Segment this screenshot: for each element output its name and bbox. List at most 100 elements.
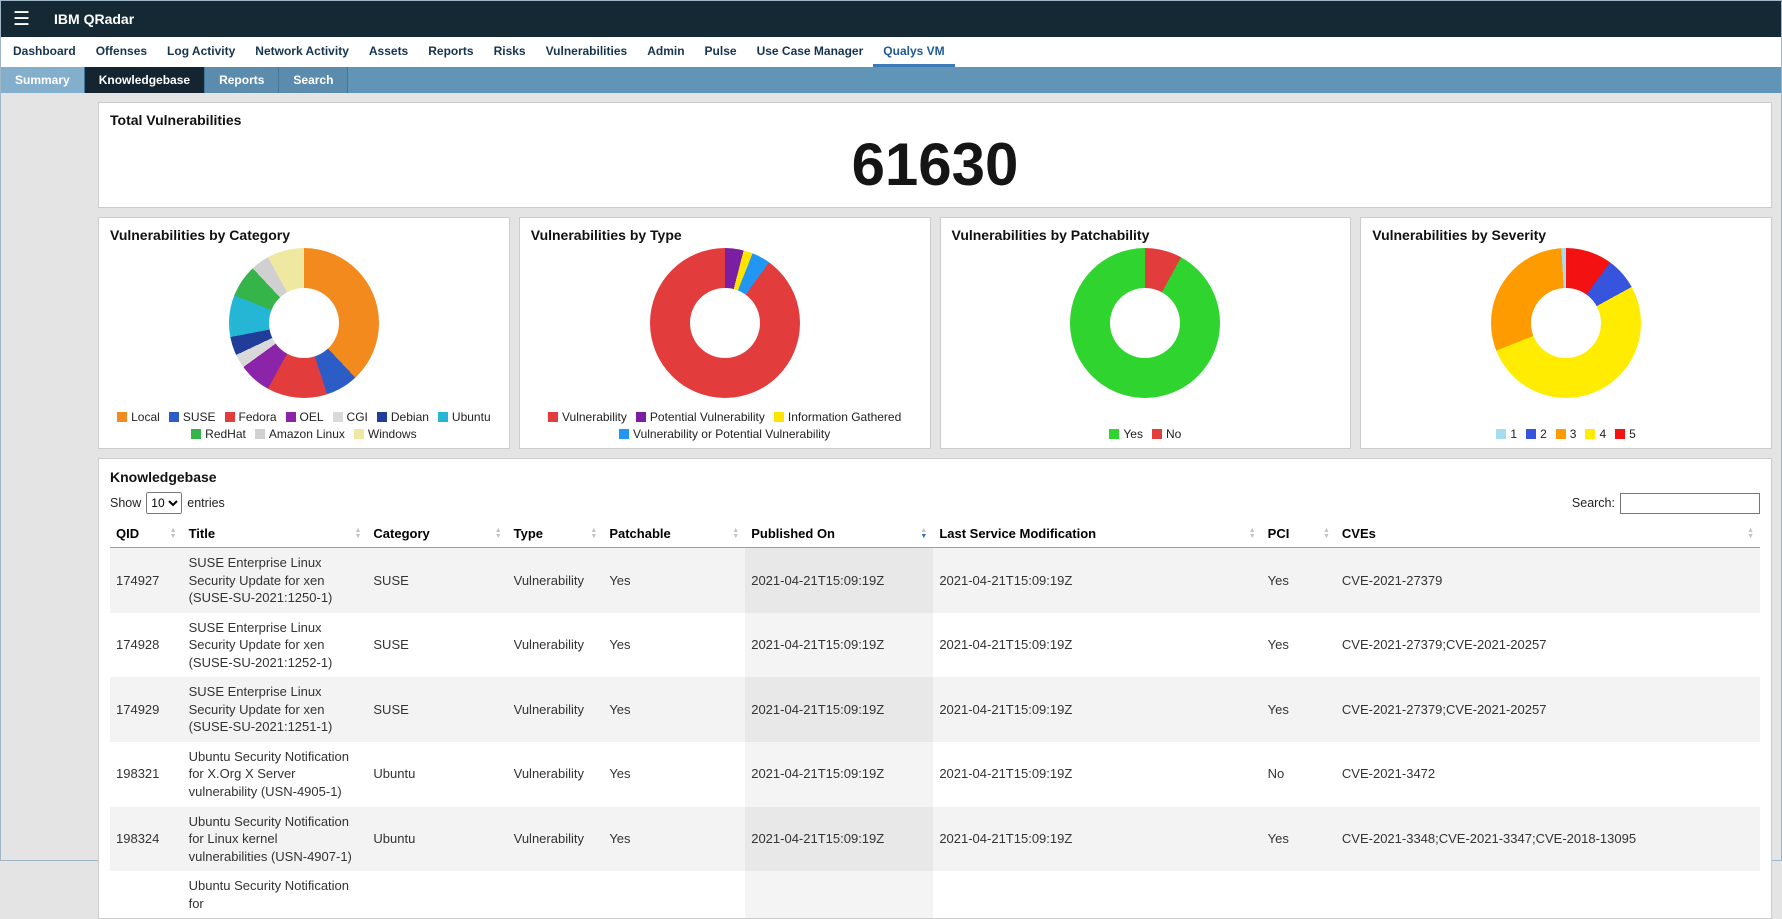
legend-swatch-icon [285, 412, 296, 422]
subtab-summary[interactable]: Summary [1, 67, 85, 93]
show-label: Show [110, 496, 142, 510]
legend-label: SUSE [182, 410, 216, 424]
legend-swatch-icon [224, 412, 235, 422]
donut-hole [1110, 288, 1181, 358]
legend-item: 5 [1615, 427, 1636, 441]
cell-modified: 2021-04-21T15:09:19Z [939, 572, 1073, 588]
legend-swatch-icon [117, 412, 128, 422]
cell-title: Ubuntu Security Notification for X.Org X… [188, 748, 350, 800]
hamburger-menu-icon[interactable]: ☰ [13, 10, 30, 29]
cell-title: SUSE Enterprise Linux Security Update fo… [188, 684, 333, 735]
cell-title: SUSE Enterprise Linux Security Update fo… [188, 619, 333, 670]
sort-carets-icon: ▲ ▼ [1747, 526, 1754, 540]
column-header-patchable[interactable]: Patchable ▲ ▼ [603, 520, 746, 548]
column-header-label: CVEs [1341, 526, 1376, 541]
cell-cves [1336, 871, 1760, 918]
legend-swatch-icon [168, 412, 179, 422]
knowledgebase-table: QID ▲ ▼ Title ▲ ▼ Category ▲ ▼ Type ▲ ▼ Patchable ▲ ▼ P… [110, 520, 1760, 919]
donut-chart [1491, 248, 1642, 398]
cell-category: SUSE [373, 572, 409, 588]
nav-tab-log-activity[interactable]: Log Activity [157, 37, 245, 67]
cell-modified: 2021-04-21T15:09:19Z [939, 766, 1073, 782]
donut-hole [1531, 288, 1602, 358]
chart-legend: 1 2 3 4 5 [1361, 427, 1771, 441]
column-header-category[interactable]: Category ▲ ▼ [367, 520, 508, 548]
legend-swatch-icon [1615, 429, 1626, 439]
nav-tab-use-case-manager[interactable]: Use Case Manager [747, 37, 874, 67]
legend-swatch-icon [773, 412, 784, 422]
sort-carets-icon: ▲ ▼ [1322, 526, 1330, 540]
legend-label: Vulnerability [561, 410, 627, 424]
entries-label: entries [187, 496, 225, 510]
legend-swatch-icon [191, 429, 202, 439]
column-header-modified[interactable]: Last Service Modification ▲ ▼ [933, 520, 1262, 548]
chart-legend: Yes No [941, 427, 1351, 441]
sort-carets-icon: ▲ ▼ [169, 526, 177, 540]
donut-chart [1070, 248, 1221, 398]
sub-nav: Summary Knowledgebase Reports Search [1, 67, 1781, 93]
total-vulnerabilities-panel: Total Vulnerabilities 61630 [98, 102, 1772, 208]
legend-label: Information Gathered [787, 410, 902, 424]
nav-tab-vulnerabilities[interactable]: Vulnerabilities [536, 37, 638, 67]
nav-tab-admin[interactable]: Admin [637, 37, 694, 67]
cell-category [367, 871, 507, 918]
legend-swatch-icon [1109, 429, 1120, 439]
cell-type: Vulnerability [513, 637, 584, 653]
nav-tab-offenses[interactable]: Offenses [86, 37, 157, 67]
chart-title: Vulnerabilities by Patchability [951, 227, 1150, 243]
legend-label: Fedora [238, 410, 277, 424]
nav-tab-dashboard[interactable]: Dashboard [3, 37, 86, 67]
cell-type: Vulnerability [513, 572, 584, 588]
chart-legend: Local SUSE Fedora OEL CGI Debian Ubuntu RedHat A… [99, 410, 509, 441]
nav-tab-reports[interactable]: Reports [418, 37, 483, 67]
legend-item: 2 [1526, 427, 1547, 441]
nav-tab-pulse[interactable]: Pulse [695, 37, 747, 67]
column-header-label: Title [188, 526, 216, 541]
column-header-pci[interactable]: PCI ▲ ▼ [1261, 520, 1336, 548]
nav-tab-network-activity[interactable]: Network Activity [245, 37, 359, 67]
page-size-select[interactable]: 10 [146, 492, 183, 514]
cell-qid: 174928 [116, 637, 160, 653]
cell-type: Vulnerability [513, 831, 584, 847]
legend-item: 4 [1585, 427, 1606, 441]
legend-label: CGI [346, 410, 368, 424]
cell-qid [110, 871, 183, 918]
content-area: Total Vulnerabilities 61630 Vulnerabilit… [1, 93, 1781, 919]
nav-tab-qualys-vm[interactable]: Qualys VM [873, 37, 955, 67]
legend-swatch-icon [353, 429, 364, 439]
column-header-title[interactable]: Title ▲ ▼ [182, 520, 368, 548]
cell-published: 2021-04-21T15:09:19Z [745, 612, 934, 678]
cell-cves: CVE-2021-27379 [1341, 572, 1443, 588]
total-vulnerabilities-value: 61630 [851, 131, 1019, 198]
cell-cves: CVE-2021-3472 [1341, 766, 1436, 782]
search-input[interactable] [1620, 492, 1760, 514]
cell-published: 2021-04-21T15:09:19Z [745, 547, 934, 613]
legend-swatch-icon [547, 412, 558, 422]
legend-item: Ubuntu [437, 410, 491, 424]
sort-carets-icon: ▲ ▼ [590, 526, 598, 540]
subtab-reports[interactable]: Reports [205, 67, 280, 93]
cell-type: Vulnerability [513, 701, 584, 717]
cell-pci: Yes [1267, 637, 1289, 653]
chart-panel-category: Vulnerabilities by Category Local SUSE Fed… [98, 217, 510, 449]
qradar-window: { "app": { "title": "IBM QRadar" }, "nav… [0, 0, 1782, 919]
legend-label: Ubuntu [451, 410, 491, 424]
donut-hole [268, 288, 339, 358]
cell-published [745, 871, 934, 919]
legend-label: No [1165, 427, 1182, 441]
show-entries-control: Show 10 entries [110, 492, 225, 514]
subtab-knowledgebase[interactable]: Knowledgebase [84, 67, 206, 93]
subtab-search[interactable]: Search [279, 67, 349, 93]
nav-tab-risks[interactable]: Risks [484, 37, 536, 67]
column-header-qid[interactable]: QID ▲ ▼ [110, 520, 183, 548]
column-header-published[interactable]: Published On ▲ ▼ [745, 520, 934, 548]
knowledgebase-table-body: 174927 SUSE Enterprise Linux Security Upd… [110, 547, 1760, 919]
cell-category: Ubuntu [373, 831, 416, 847]
table-row: Ubuntu Security Notification for [110, 871, 1760, 919]
cell-pci: No [1267, 766, 1285, 782]
chart-title: Vulnerabilities by Type [530, 227, 682, 243]
column-header-type[interactable]: Type ▲ ▼ [507, 520, 604, 548]
nav-tab-assets[interactable]: Assets [359, 37, 418, 67]
column-header-cves[interactable]: CVEs ▲ ▼ [1335, 520, 1760, 548]
legend-item: Local [117, 410, 160, 424]
